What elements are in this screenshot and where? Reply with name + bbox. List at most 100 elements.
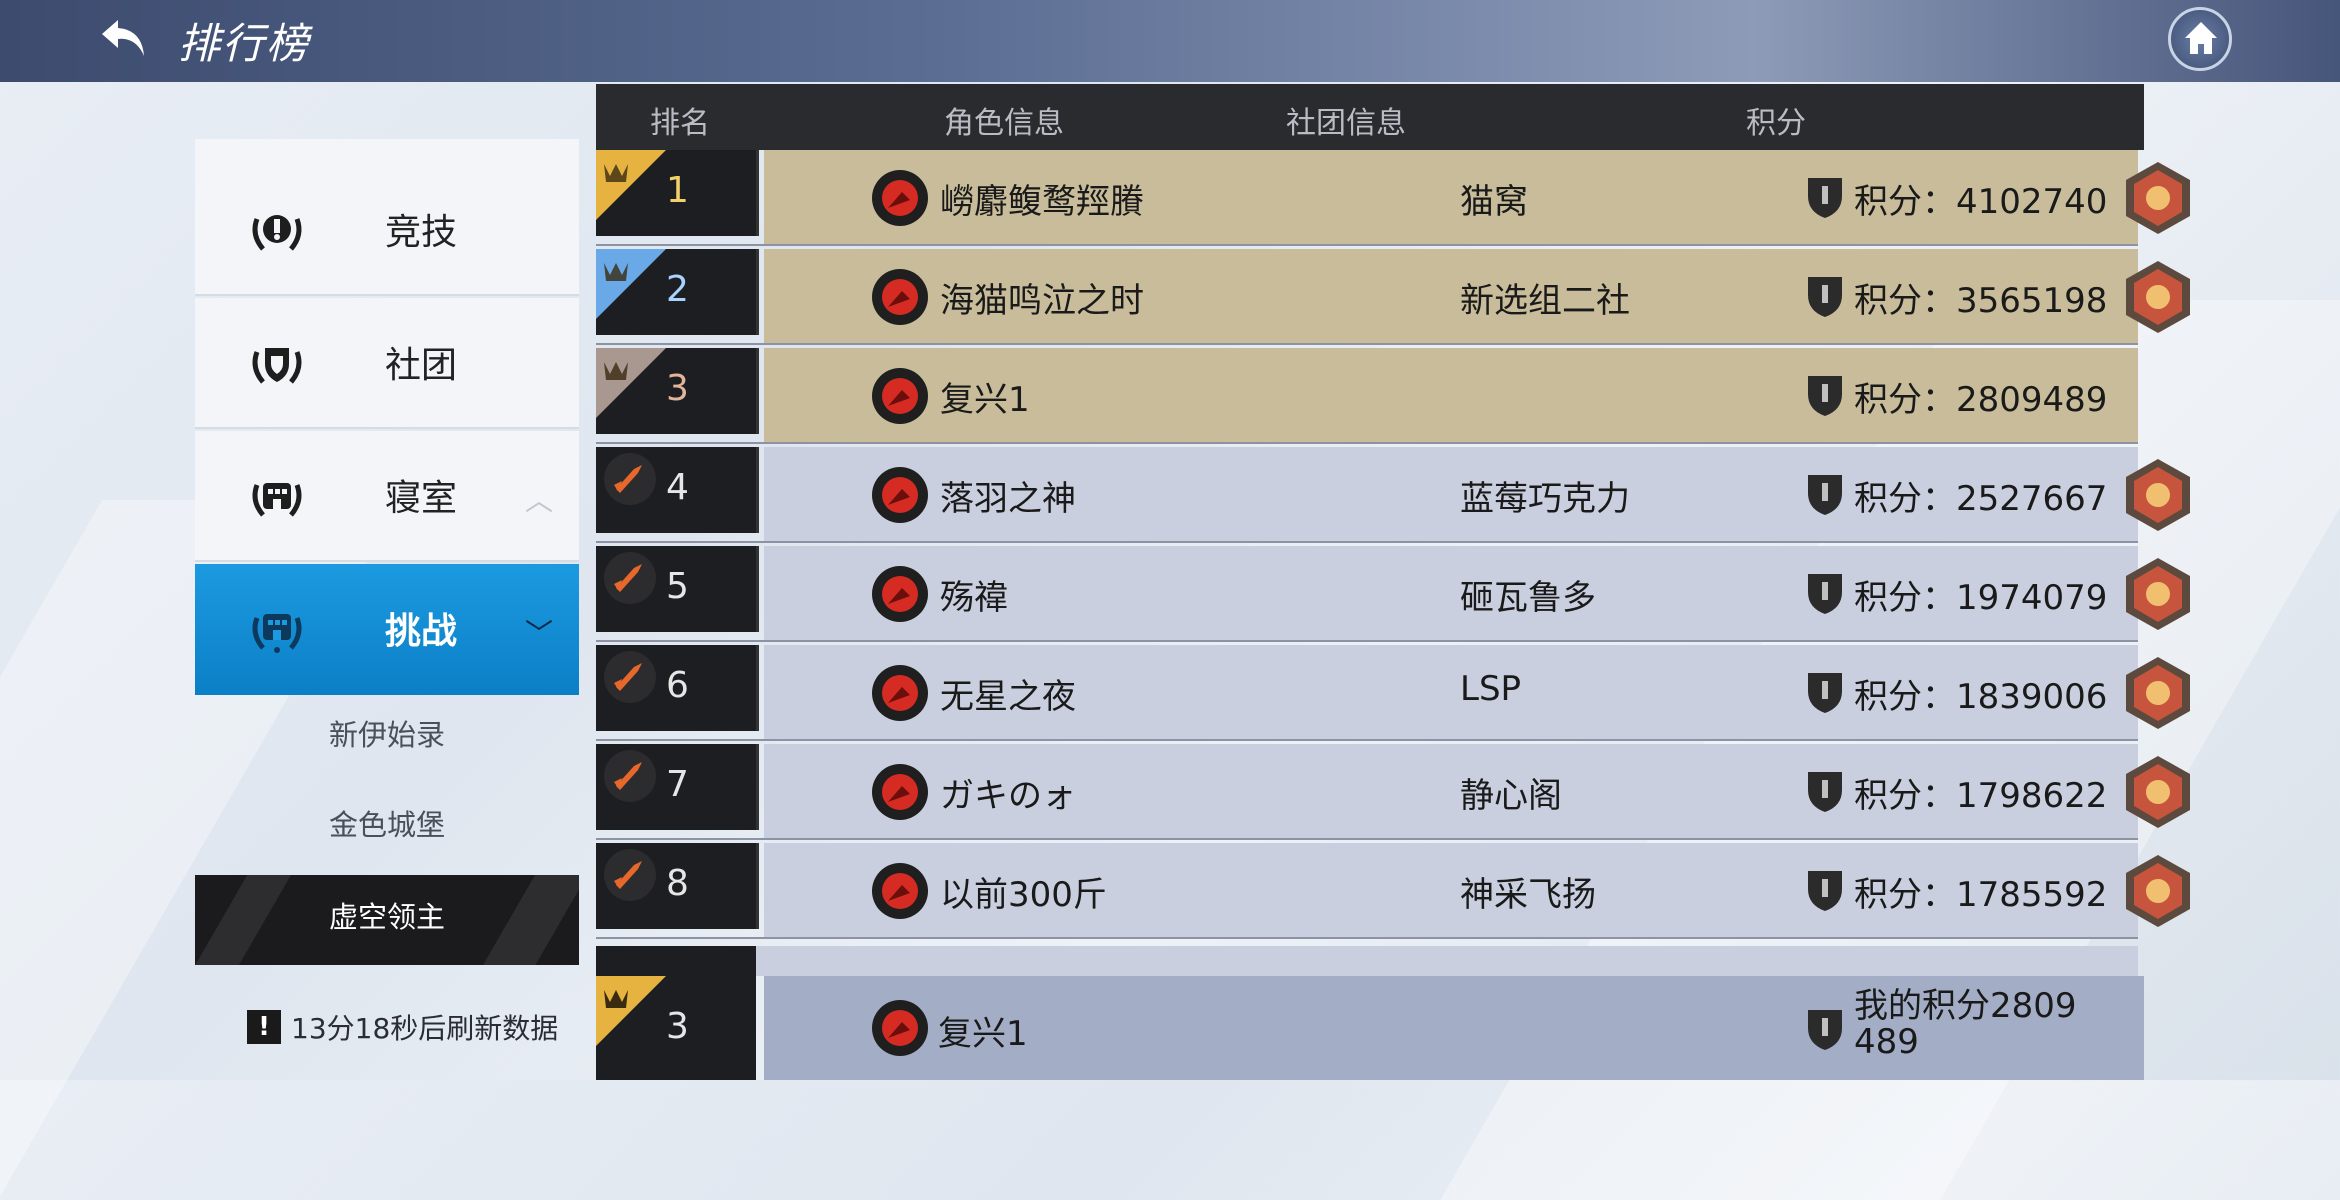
score-value: 积分：3565198 <box>1854 281 2108 321</box>
score-value: 积分：1974079 <box>1854 578 2108 618</box>
player-name: 海猫鸣泣之时 <box>940 281 1144 321</box>
player-avatar <box>872 764 928 820</box>
page-title: 排行榜 <box>178 19 311 68</box>
player-name: 殇禕 <box>940 578 1008 618</box>
score-shield-icon <box>1804 273 1846 319</box>
table-row[interactable]: 8 以前300斤 神采飞扬 积分：1785592 <box>596 843 2190 939</box>
player-avatar <box>872 1000 928 1056</box>
guild-emblem-icon <box>2120 655 2196 731</box>
table-row[interactable]: 1 嶗麝鳆鹜羥賸 猫窝 积分：4102740 <box>596 150 2190 246</box>
row-separator <box>596 739 2138 741</box>
player-avatar <box>872 467 928 523</box>
menu-top-edge <box>195 139 579 167</box>
score-value: 积分：1798622 <box>1854 776 2108 816</box>
row-body: 落羽之神 蓝莓巧克力 积分：2527667 <box>764 447 2190 541</box>
rank-number: 4 <box>666 467 689 508</box>
menu-item-arena[interactable]: 竞技 <box>195 165 579 296</box>
chevron-down-icon: ﹀ <box>525 617 554 650</box>
row-separator <box>596 640 2138 642</box>
player-avatar <box>872 269 928 325</box>
refresh-notice: ! 13分18秒后刷新数据 <box>247 1008 558 1046</box>
player-name: 落羽之神 <box>940 479 1076 519</box>
header-score: 积分 <box>1746 106 1806 141</box>
guild-name: 猫窝 <box>1460 182 1528 222</box>
menu-item-label: 竞技 <box>385 212 458 253</box>
table-row[interactable]: 2 海猫鸣泣之时 新选组二社 积分：3565198 <box>596 249 2190 345</box>
my-score: 我的积分2809489 <box>1854 986 2077 1062</box>
sub-item-new-beginning[interactable]: 新伊始录 <box>195 705 579 765</box>
rocket-icon <box>604 453 656 505</box>
menu-item-label: 社团 <box>385 345 458 386</box>
guild-emblem-icon <box>2120 754 2196 830</box>
player-name: ガキのォ <box>940 776 1076 816</box>
table-row[interactable]: 4 落羽之神 蓝莓巧克力 积分：2527667 <box>596 447 2190 543</box>
rank-box: 3 <box>596 976 756 1080</box>
score-value: 积分：4102740 <box>1854 182 2108 222</box>
menu-item-challenge[interactable]: 挑战 ﹀ <box>195 564 579 695</box>
row-body: 以前300斤 神采飞扬 积分：1785592 <box>764 843 2190 937</box>
guild-name: 砸瓦鲁多 <box>1460 578 1596 618</box>
rank-number: 5 <box>666 566 689 607</box>
table-row[interactable]: 3 复兴1 积分：2809489 <box>596 348 2138 444</box>
my-rank-row: 3 复兴1 我的积分2809489 <box>596 976 2144 1080</box>
player-avatar <box>872 170 928 226</box>
score-shield-icon <box>1804 768 1846 814</box>
guild-name: 神采飞扬 <box>1460 875 1596 915</box>
table-row-partial <box>596 946 2138 976</box>
crown-bronze-icon <box>596 348 666 418</box>
player-name: 无星之夜 <box>940 677 1076 717</box>
rank-number: 8 <box>666 863 689 904</box>
crown-gold-icon <box>596 976 666 1046</box>
rank-box: 6 <box>596 645 768 731</box>
player-avatar <box>872 665 928 721</box>
row-separator <box>596 244 2138 246</box>
sub-item-golden-castle[interactable]: 金色城堡 <box>195 795 579 855</box>
row-separator <box>596 541 2138 543</box>
score-value: 积分：2809489 <box>1854 380 2108 420</box>
rank-box: 7 <box>596 744 768 830</box>
table-row[interactable]: 5 殇禕 砸瓦鲁多 积分：1974079 <box>596 546 2190 642</box>
table-row[interactable]: 7 ガキのォ 静心阁 积分：1798622 <box>596 744 2190 840</box>
score-shield-icon <box>1804 867 1846 913</box>
score-shield-icon <box>1804 174 1846 220</box>
rank-box: 1 <box>596 150 768 236</box>
menu-item-dorm[interactable]: 寝室 ︿ <box>195 431 579 562</box>
player-avatar <box>872 863 928 919</box>
top-bar: 排行榜 <box>0 0 2340 82</box>
menu-item-label: 挑战 <box>385 611 458 652</box>
guild-emblem-icon <box>2120 259 2196 335</box>
score-shield-icon <box>1804 669 1846 715</box>
my-row-body: 复兴1 我的积分2809489 <box>764 976 2144 1080</box>
rocket-icon <box>604 651 656 703</box>
menu-item-label: 寝室 <box>385 478 458 519</box>
guild-emblem-icon <box>2120 160 2196 236</box>
rocket-icon <box>604 750 656 802</box>
laurel-trophy-icon <box>247 201 307 261</box>
menu-item-guild[interactable]: 社团 <box>195 298 579 429</box>
rank-box: 4 <box>596 447 768 533</box>
score-shield-icon <box>1804 471 1846 517</box>
sub-item-void-lord[interactable]: 虚空领主 <box>195 875 579 965</box>
row-separator <box>596 442 2138 444</box>
row-separator <box>596 343 2138 345</box>
guild-name: 新选组二社 <box>1460 281 1630 321</box>
row-body: 海猫鸣泣之时 新选组二社 积分：3565198 <box>764 249 2190 343</box>
rank-box: 2 <box>596 249 768 335</box>
score-value: 积分：1785592 <box>1854 875 2108 915</box>
table-row[interactable]: 6 无星之夜 LSP 积分：1839006 <box>596 645 2190 741</box>
score-shield-icon <box>1804 1006 1846 1052</box>
rank-number: 3 <box>666 368 689 409</box>
crown-gold-icon <box>596 150 666 220</box>
rank-number: 2 <box>666 269 689 310</box>
refresh-text: 13分18秒后刷新数据 <box>291 1012 559 1045</box>
header-role: 角色信息 <box>944 106 1064 141</box>
rocket-icon <box>604 552 656 604</box>
table-header: 排名 角色信息 社团信息 积分 <box>596 84 2144 150</box>
row-body: 殇禕 砸瓦鲁多 积分：1974079 <box>764 546 2190 640</box>
rank-number: 3 <box>666 1006 689 1047</box>
score-shield-icon <box>1804 372 1846 418</box>
home-icon[interactable] <box>2168 7 2232 71</box>
row-body: 复兴1 积分：2809489 <box>764 348 2138 442</box>
back-arrow-icon[interactable] <box>96 12 152 68</box>
row-separator <box>596 838 2138 840</box>
